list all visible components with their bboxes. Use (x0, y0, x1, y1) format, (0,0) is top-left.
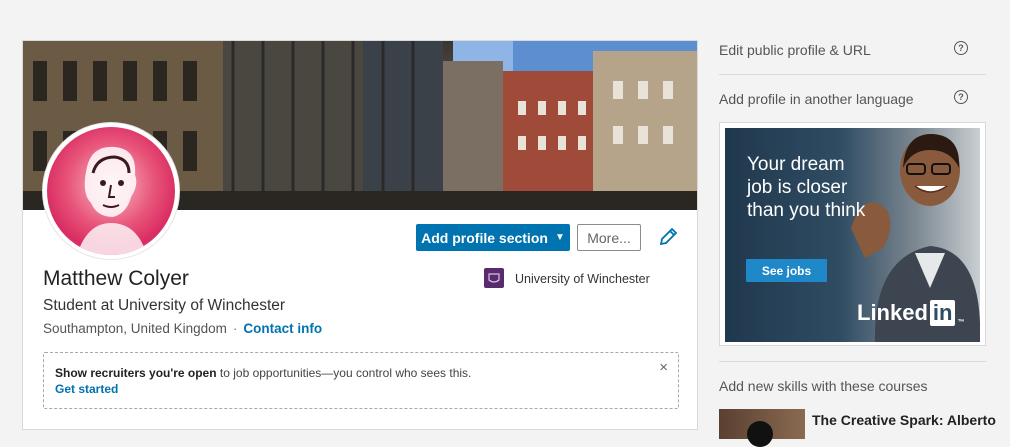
skills-courses-title: Add new skills with these courses (719, 378, 928, 394)
linkedin-logo-text: Linked (857, 300, 928, 325)
more-button[interactable]: More... (577, 224, 641, 251)
jobs-ad[interactable]: Your dream job is closer than you think … (719, 122, 986, 346)
trademark: ™ (957, 319, 965, 326)
profile-name: Matthew Colyer (43, 267, 189, 290)
caret-down-icon: ▼ (554, 232, 565, 243)
pencil-icon[interactable] (658, 227, 678, 247)
profile-card: Add profile section ▼ More... Matthew Co… (22, 40, 698, 430)
linkedin-logo: Linked in ™ (857, 300, 964, 326)
divider (719, 74, 986, 75)
profile-headline: Student at University of Winchester (43, 297, 286, 314)
add-profile-section-button[interactable]: Add profile section ▼ (416, 224, 570, 251)
add-profile-section-label: Add profile section (421, 229, 548, 246)
open-to-opportunities-box: Show recruiters you're open to job oppor… (43, 352, 679, 409)
contact-info-link[interactable]: Contact info (243, 321, 322, 336)
course-thumbnail[interactable] (719, 409, 805, 447)
ad-headline: Your dream job is closer than you think (747, 154, 866, 221)
profile-location-row: Southampton, United Kingdom · Contact info (43, 321, 322, 336)
course-title-link[interactable]: The Creative Spark: Alberto (812, 412, 996, 428)
school-name-link[interactable]: University of Winchester (515, 272, 650, 286)
linkedin-logo-in: in (929, 300, 956, 326)
play-icon (747, 421, 773, 447)
location-text: Southampton, United Kingdom (43, 321, 227, 336)
ad-image: Your dream job is closer than you think … (725, 128, 980, 342)
see-jobs-button[interactable]: See jobs (746, 259, 827, 282)
help-circle-icon[interactable]: ? (954, 90, 968, 104)
profile-photo[interactable] (43, 123, 179, 259)
close-icon[interactable]: × (659, 359, 668, 376)
edit-public-profile-link[interactable]: Edit public profile & URL (719, 42, 871, 58)
avatar (47, 127, 175, 255)
help-circle-icon[interactable]: ? (954, 41, 968, 55)
open-to-opportunities-text: Show recruiters you're open to job oppor… (55, 366, 471, 380)
get-started-link[interactable]: Get started (55, 382, 118, 396)
school-logo[interactable] (484, 268, 504, 288)
divider (719, 361, 986, 362)
add-language-profile-link[interactable]: Add profile in another language (719, 91, 914, 107)
open-to-opportunities-bold: Show recruiters you're open (55, 366, 217, 380)
separator-dot: · (232, 321, 238, 336)
open-to-opportunities-rest: to job opportunities—you control who see… (216, 366, 472, 380)
